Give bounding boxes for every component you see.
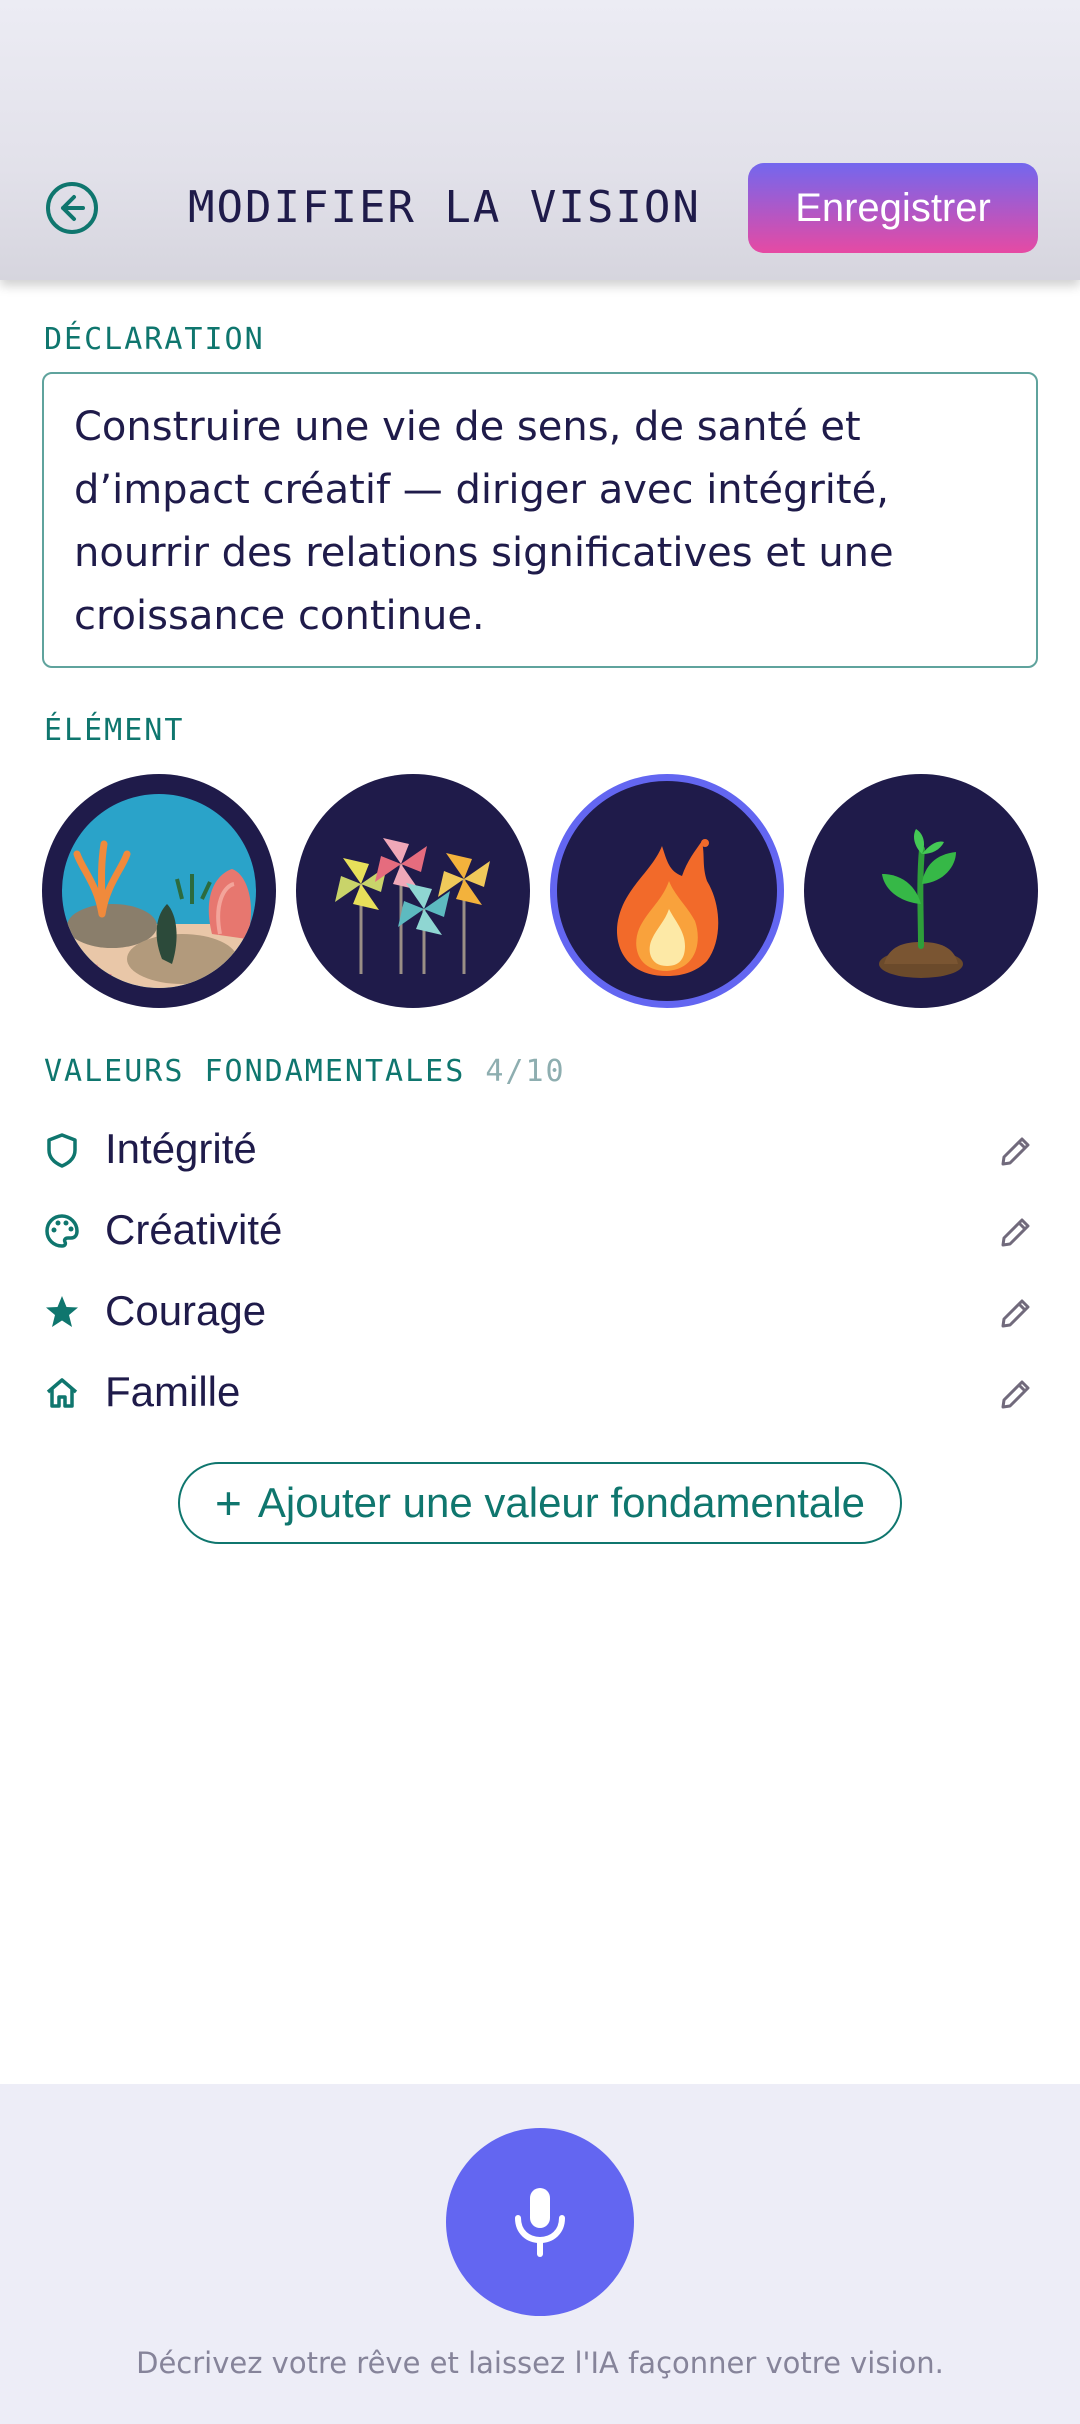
add-core-value-button[interactable]: + Ajouter une valeur fondamentale (178, 1462, 902, 1544)
coral-reef-icon (62, 794, 256, 988)
value-label: Intégrité (105, 1125, 257, 1172)
add-core-value-label: Ajouter une valeur fondamentale (257, 1479, 865, 1526)
value-item-courage[interactable]: Courage (0, 1277, 1080, 1347)
voice-hint: Décrivez votre rêve et laissez l'IA faço… (136, 2346, 944, 2380)
declaration-text: Construire une vie de sens, de santé et … (74, 404, 894, 639)
declaration-field[interactable]: Construire une vie de sens, de santé et … (42, 372, 1038, 668)
edit-pencil-icon[interactable] (994, 1372, 1038, 1416)
edit-pencil-icon[interactable] (994, 1291, 1038, 1335)
arrow-left-circle-icon (46, 182, 98, 234)
element-fire-option[interactable] (550, 774, 784, 1008)
microphone-button[interactable] (446, 2128, 634, 2316)
value-item-integrite[interactable]: Intégrité (0, 1115, 1080, 1185)
home-icon (44, 1375, 80, 1411)
core-values-title: VALEURS FONDAMENTALES (44, 1054, 466, 1089)
declaration-label: DÉCLARATION (44, 322, 265, 357)
edit-pencil-icon[interactable] (994, 1210, 1038, 1254)
element-label: ÉLÉMENT (44, 713, 185, 748)
value-label: Famille (105, 1368, 241, 1415)
plus-icon: + (215, 1477, 242, 1529)
voice-panel: Décrivez votre rêve et laissez l'IA faço… (0, 2084, 1080, 2424)
save-button[interactable]: Enregistrer (748, 163, 1038, 253)
pinwheels-icon (335, 838, 490, 974)
value-item-creativite[interactable]: Créativité (0, 1196, 1080, 1266)
page-title: MODIFIER LA VISION (188, 182, 701, 233)
value-label: Créativité (105, 1206, 283, 1253)
element-water-option[interactable] (42, 774, 276, 1008)
value-item-famille[interactable]: Famille (0, 1358, 1080, 1428)
edit-pencil-icon[interactable] (994, 1129, 1038, 1173)
element-air-option[interactable] (296, 774, 530, 1008)
core-values-count: 4/10 (485, 1054, 566, 1089)
core-values-label: VALEURS FONDAMENTALES 4/10 (44, 1054, 566, 1089)
palette-icon (44, 1213, 80, 1249)
microphone-icon (515, 2188, 565, 2257)
shield-icon (44, 1132, 80, 1168)
element-earth-option[interactable] (804, 774, 1038, 1008)
sprout-icon (879, 829, 963, 978)
value-label: Courage (105, 1287, 267, 1334)
back-button[interactable] (44, 180, 100, 236)
app-header: MODIFIER LA VISION Enregistrer (0, 0, 1080, 280)
flame-icon (616, 839, 719, 976)
star-icon (44, 1294, 80, 1330)
element-picker (42, 774, 1038, 1008)
